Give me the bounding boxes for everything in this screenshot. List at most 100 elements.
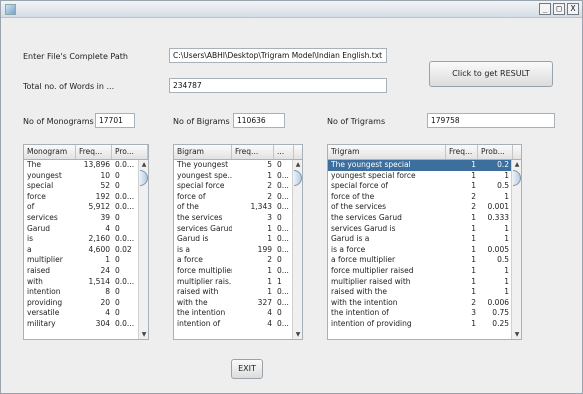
table-row[interactable]: force multiplier 1 0... <box>174 266 292 277</box>
maximize-button[interactable]: □ <box>553 3 565 15</box>
table-row[interactable]: force of the 2 1 <box>328 192 511 203</box>
table-row[interactable]: of the services 2 0.001 <box>328 202 511 213</box>
arrow-down-icon[interactable]: ▼ <box>512 330 521 339</box>
bigram-table[interactable]: Bigram Freq... ... The youngest 5 0 younges… <box>173 144 303 340</box>
table-row[interactable]: force 192 0.0... <box>24 192 138 203</box>
total-words-field[interactable]: 234787 <box>169 78 387 93</box>
table-cell: raised with <box>177 287 219 297</box>
table-cell: special <box>27 181 54 191</box>
column-header[interactable]: Prob... <box>478 145 513 159</box>
table-cell: 1 <box>267 276 272 286</box>
table-row[interactable]: the intention of 3 0.75 <box>328 308 511 319</box>
table-row[interactable]: versatile 4 0 <box>24 308 138 319</box>
table-row[interactable]: force of 2 0... <box>174 192 292 203</box>
table-row[interactable]: the intention 4 0 <box>174 308 292 319</box>
table-cell: 0 <box>115 181 120 191</box>
table-row[interactable]: Garud is 1 0... <box>174 234 292 245</box>
monogram-table[interactable]: Monogram Freq... Pro... The 13,896 0.0... y… <box>23 144 149 340</box>
table-row[interactable]: raised with 1 0... <box>174 287 292 298</box>
monogram-count-field[interactable]: 17701 <box>95 113 135 128</box>
trigram-table[interactable]: Trigram Freq... Prob... The youngest spe… <box>327 144 522 340</box>
table-row[interactable]: is a 199 0... <box>174 245 292 256</box>
table-cell: multiplier rais... <box>177 276 232 286</box>
table-cell: is <box>27 234 33 244</box>
table-row[interactable]: Garud is a 1 1 <box>328 234 511 245</box>
table-body: The youngest special 1 0.2 youngest special… <box>328 160 511 339</box>
table-cell: 1 <box>471 255 476 265</box>
table-row[interactable]: services Garud is 1 1 <box>328 224 511 235</box>
table-row[interactable]: youngest special force 1 1 <box>328 171 511 182</box>
table-row[interactable]: youngest 10 0 <box>24 171 138 182</box>
table-row[interactable]: with the 327 0... <box>174 298 292 309</box>
close-button[interactable]: X <box>567 3 579 15</box>
table-row[interactable]: raised 24 0 <box>24 266 138 277</box>
table-cell: 0.333 <box>487 212 509 222</box>
table-cell: 0 <box>115 287 120 297</box>
arrow-up-icon[interactable]: ▲ <box>293 160 302 169</box>
table-cell: special force of <box>331 181 389 191</box>
table-cell: 0.001 <box>487 202 509 212</box>
table-row[interactable]: Garud 4 0 <box>24 224 138 235</box>
scroll-thumb[interactable] <box>294 170 302 186</box>
table-row[interactable]: intention of 4 0... <box>174 319 292 330</box>
table-row[interactable]: of the 1,343 0... <box>174 202 292 213</box>
column-header[interactable]: Monogram <box>24 145 76 159</box>
exit-button[interactable]: EXIT <box>231 359 263 379</box>
arrow-down-icon[interactable]: ▼ <box>139 330 148 339</box>
get-result-button[interactable]: Click to get RESULT <box>429 61 553 87</box>
table-row[interactable]: special 52 0 <box>24 181 138 192</box>
table-row[interactable]: The youngest special 1 0.2 <box>328 160 511 171</box>
table-row[interactable]: the services Garud 1 0.333 <box>328 213 511 224</box>
arrow-up-icon[interactable]: ▲ <box>139 160 148 169</box>
table-cell: 0... <box>277 287 289 297</box>
table-cell: 2 <box>471 202 476 212</box>
column-header[interactable]: Freq... <box>76 145 112 159</box>
table-cell: with <box>27 276 43 286</box>
scroll-thumb[interactable] <box>513 170 521 186</box>
table-row[interactable]: youngest spe... 1 0... <box>174 171 292 182</box>
path-input[interactable]: C:\Users\ABHI\Desktop\Trigram Model\Indi… <box>169 48 387 63</box>
table-cell: 1 <box>471 223 476 233</box>
table-row[interactable]: raised with the 1 1 <box>328 287 511 298</box>
table-row[interactable]: The 13,896 0.0... <box>24 160 138 171</box>
table-row[interactable]: military 304 0.0... <box>24 319 138 330</box>
vertical-scrollbar[interactable]: ▲ ▼ <box>511 160 521 339</box>
table-row[interactable]: force multiplier raised 1 1 <box>328 266 511 277</box>
arrow-down-icon[interactable]: ▼ <box>293 330 302 339</box>
table-cell: 1 <box>504 191 509 201</box>
table-row[interactable]: a force 2 0 <box>174 255 292 266</box>
column-header[interactable]: Bigram <box>174 145 232 159</box>
table-row[interactable]: special force of 1 0.5 <box>328 181 511 192</box>
column-header[interactable]: Pro... <box>112 145 148 159</box>
column-header[interactable]: Freq... <box>232 145 274 159</box>
table-row[interactable]: providing 20 0 <box>24 298 138 309</box>
column-header[interactable]: Trigram <box>328 145 446 159</box>
arrow-up-icon[interactable]: ▲ <box>512 160 521 169</box>
table-row[interactable]: special force 2 0... <box>174 181 292 192</box>
table-row[interactable]: of 5,912 0.0... <box>24 202 138 213</box>
table-row[interactable]: multiplier 1 0 <box>24 255 138 266</box>
table-row[interactable]: services Garud 1 0... <box>174 224 292 235</box>
column-header[interactable]: Freq... <box>446 145 478 159</box>
vertical-scrollbar[interactable]: ▲ ▼ <box>138 160 148 339</box>
scroll-thumb[interactable] <box>140 170 148 186</box>
minimize-button[interactable]: _ <box>539 3 551 15</box>
table-row[interactable]: a force multiplier 1 0.5 <box>328 255 511 266</box>
column-header[interactable]: ... <box>274 145 294 159</box>
bigram-count-field[interactable]: 110636 <box>233 113 285 128</box>
table-row[interactable]: multiplier rais... 1 1 <box>174 277 292 288</box>
table-row[interactable]: a 4,600 0.02 <box>24 245 138 256</box>
vertical-scrollbar[interactable]: ▲ ▼ <box>292 160 302 339</box>
table-row[interactable]: intention of providing 1 0.25 <box>328 319 511 330</box>
table-row[interactable]: services 39 0 <box>24 213 138 224</box>
table-row[interactable]: The youngest 5 0 <box>174 160 292 171</box>
trigram-count-field[interactable]: 179758 <box>427 113 555 128</box>
table-row[interactable]: the services 3 0 <box>174 213 292 224</box>
table-row[interactable]: is a force 1 0.005 <box>328 245 511 256</box>
table-cell: force <box>27 191 46 201</box>
table-row[interactable]: multiplier raised with 1 1 <box>328 277 511 288</box>
table-row[interactable]: with the intention 2 0.006 <box>328 298 511 309</box>
table-row[interactable]: intention 8 0 <box>24 287 138 298</box>
table-row[interactable]: with 1,514 0.0... <box>24 277 138 288</box>
table-row[interactable]: is 2,160 0.0... <box>24 234 138 245</box>
